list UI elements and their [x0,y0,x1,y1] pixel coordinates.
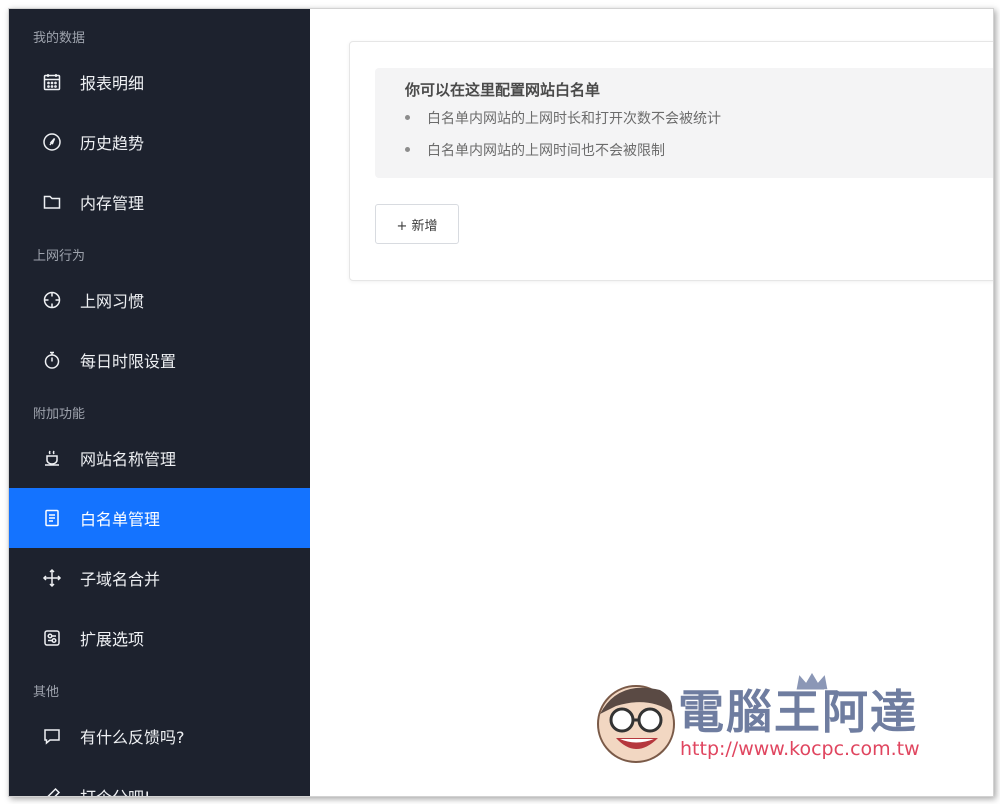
compass-icon [41,131,63,153]
sidebar-item-label: 上网习惯 [80,292,145,311]
sidebar-item-label: 网站名称管理 [80,450,177,469]
settings-box-icon [41,627,63,649]
sidebar-group-other: 其他 [33,685,60,700]
whitelist-card: 你可以在这里配置网站白名单 白名单内网站的上网时长和打开次数不会被统计 白名单内… [349,41,993,281]
watermark: 電腦王阿達 http://www.kocpc.com.tw [580,662,950,772]
folder-icon [41,191,63,213]
sidebar: 我的数据 报表明细 历史趋势 内存管理 上网行为 上网习惯 每日时限设置 附加功… [9,9,310,796]
chat-icon [41,725,63,747]
document-icon [41,507,63,529]
sidebar-item-label: 每日时限设置 [80,352,177,371]
info-alert: 你可以在这里配置网站白名单 白名单内网站的上网时长和打开次数不会被统计 白名单内… [375,68,993,178]
watermark-url: http://www.kocpc.com.tw [680,738,920,760]
sidebar-item-report-details[interactable]: 报表明细 [9,52,310,112]
watermark-title: 電腦王阿達 [678,685,918,739]
cup-icon [41,447,63,469]
crosshair-icon [41,289,63,311]
sidebar-item-label: 有什么反馈吗? [80,728,185,747]
move-icon [41,567,63,589]
sidebar-item-memory-management[interactable]: 内存管理 [9,172,310,232]
sidebar-item-label: 打个分吧! [80,784,150,796]
sidebar-group-my-data: 我的数据 [33,31,86,46]
add-button[interactable]: + 新增 [375,204,459,244]
info-line: 白名单内网站的上网时长和打开次数不会被统计 [427,111,721,127]
sidebar-item-label: 历史趋势 [80,134,145,153]
sidebar-group-addons: 附加功能 [33,407,86,422]
mascot-logo [597,685,675,763]
sidebar-item-feedback[interactable]: 有什么反馈吗? [9,706,310,766]
sidebar-item-rate[interactable]: 打个分吧! [9,766,310,796]
sidebar-item-subdomain-merge[interactable]: 子域名合并 [9,548,310,608]
sidebar-item-label: 扩展选项 [80,630,145,649]
sidebar-item-history-trend[interactable]: 历史趋势 [9,112,310,172]
sidebar-item-whitelist-management[interactable]: 白名单管理 [9,488,310,548]
info-line: 白名单内网站的上网时间也不会被限制 [427,143,665,159]
sidebar-item-browsing-habits[interactable]: 上网习惯 [9,270,310,330]
calendar-icon [41,71,63,93]
sidebar-group-browsing: 上网行为 [33,249,86,264]
sidebar-item-site-name-management[interactable]: 网站名称管理 [9,428,310,488]
bullet-icon [405,115,410,120]
sidebar-item-daily-limit[interactable]: 每日时限设置 [9,330,310,390]
bullet-icon [405,147,410,152]
sidebar-item-label: 内存管理 [80,194,145,213]
sidebar-item-label: 子域名合并 [80,570,161,589]
sidebar-item-extension-options[interactable]: 扩展选项 [9,608,310,668]
info-title: 你可以在这里配置网站白名单 [405,81,601,99]
pencil-icon [41,785,63,796]
sidebar-item-label: 报表明细 [80,74,145,93]
stopwatch-icon [41,349,63,371]
sidebar-item-label: 白名单管理 [80,510,161,529]
